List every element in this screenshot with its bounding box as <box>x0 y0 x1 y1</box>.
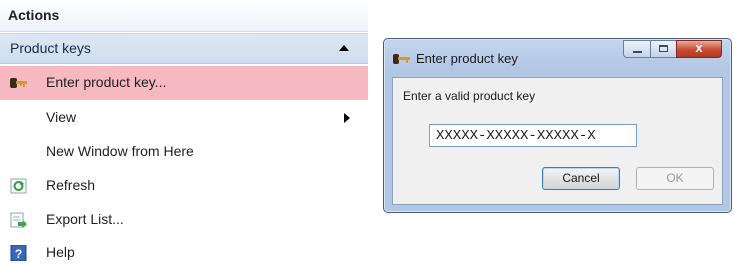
key-icon <box>393 54 410 64</box>
svg-text:?: ? <box>15 247 22 261</box>
key-icon <box>10 78 27 88</box>
dialog-prompt: Enter a valid product key <box>403 89 536 103</box>
dialog-titlebar[interactable]: Enter product key x <box>384 39 731 77</box>
product-keys-group-header[interactable]: Product keys <box>0 33 368 64</box>
action-refresh[interactable]: Refresh <box>0 169 368 203</box>
close-button[interactable]: x <box>676 40 722 58</box>
action-label: New Window from Here <box>46 143 194 159</box>
action-label: View <box>46 109 77 125</box>
ok-button[interactable]: OK <box>636 167 714 190</box>
action-label: Export List... <box>46 211 124 227</box>
cancel-button[interactable]: Cancel <box>542 167 620 190</box>
refresh-icon <box>10 178 27 194</box>
action-view[interactable]: View <box>0 101 368 135</box>
help-icon: ? <box>10 245 27 261</box>
dialog-client-area: Enter a valid product key Cancel OK <box>392 77 723 205</box>
maximize-button[interactable] <box>650 40 677 58</box>
close-icon: x <box>695 40 703 55</box>
group-header-label: Product keys <box>10 40 91 56</box>
enter-product-key-dialog: Enter product key x Enter a valid produc… <box>383 38 732 213</box>
dialog-title: Enter product key <box>416 51 518 66</box>
maximize-icon <box>659 45 668 52</box>
action-enter-product-key[interactable]: Enter product key... <box>0 66 368 100</box>
action-label: Enter product key... <box>46 74 167 90</box>
actions-header: Actions <box>0 0 368 32</box>
minimize-icon <box>633 51 642 53</box>
actions-pane: Actions Product keys Enter product key..… <box>0 0 368 266</box>
minimize-button[interactable] <box>623 40 651 58</box>
action-help[interactable]: ? Help <box>0 236 368 270</box>
action-export-list[interactable]: Export List... <box>0 203 368 237</box>
export-list-icon <box>10 212 27 228</box>
action-new-window-from-here[interactable]: New Window from Here <box>0 135 368 169</box>
product-key-input[interactable] <box>429 124 637 147</box>
action-label: Help <box>46 244 75 260</box>
collapse-arrow-icon[interactable] <box>339 45 349 51</box>
action-label: Refresh <box>46 177 96 193</box>
submenu-arrow-icon <box>344 113 350 123</box>
